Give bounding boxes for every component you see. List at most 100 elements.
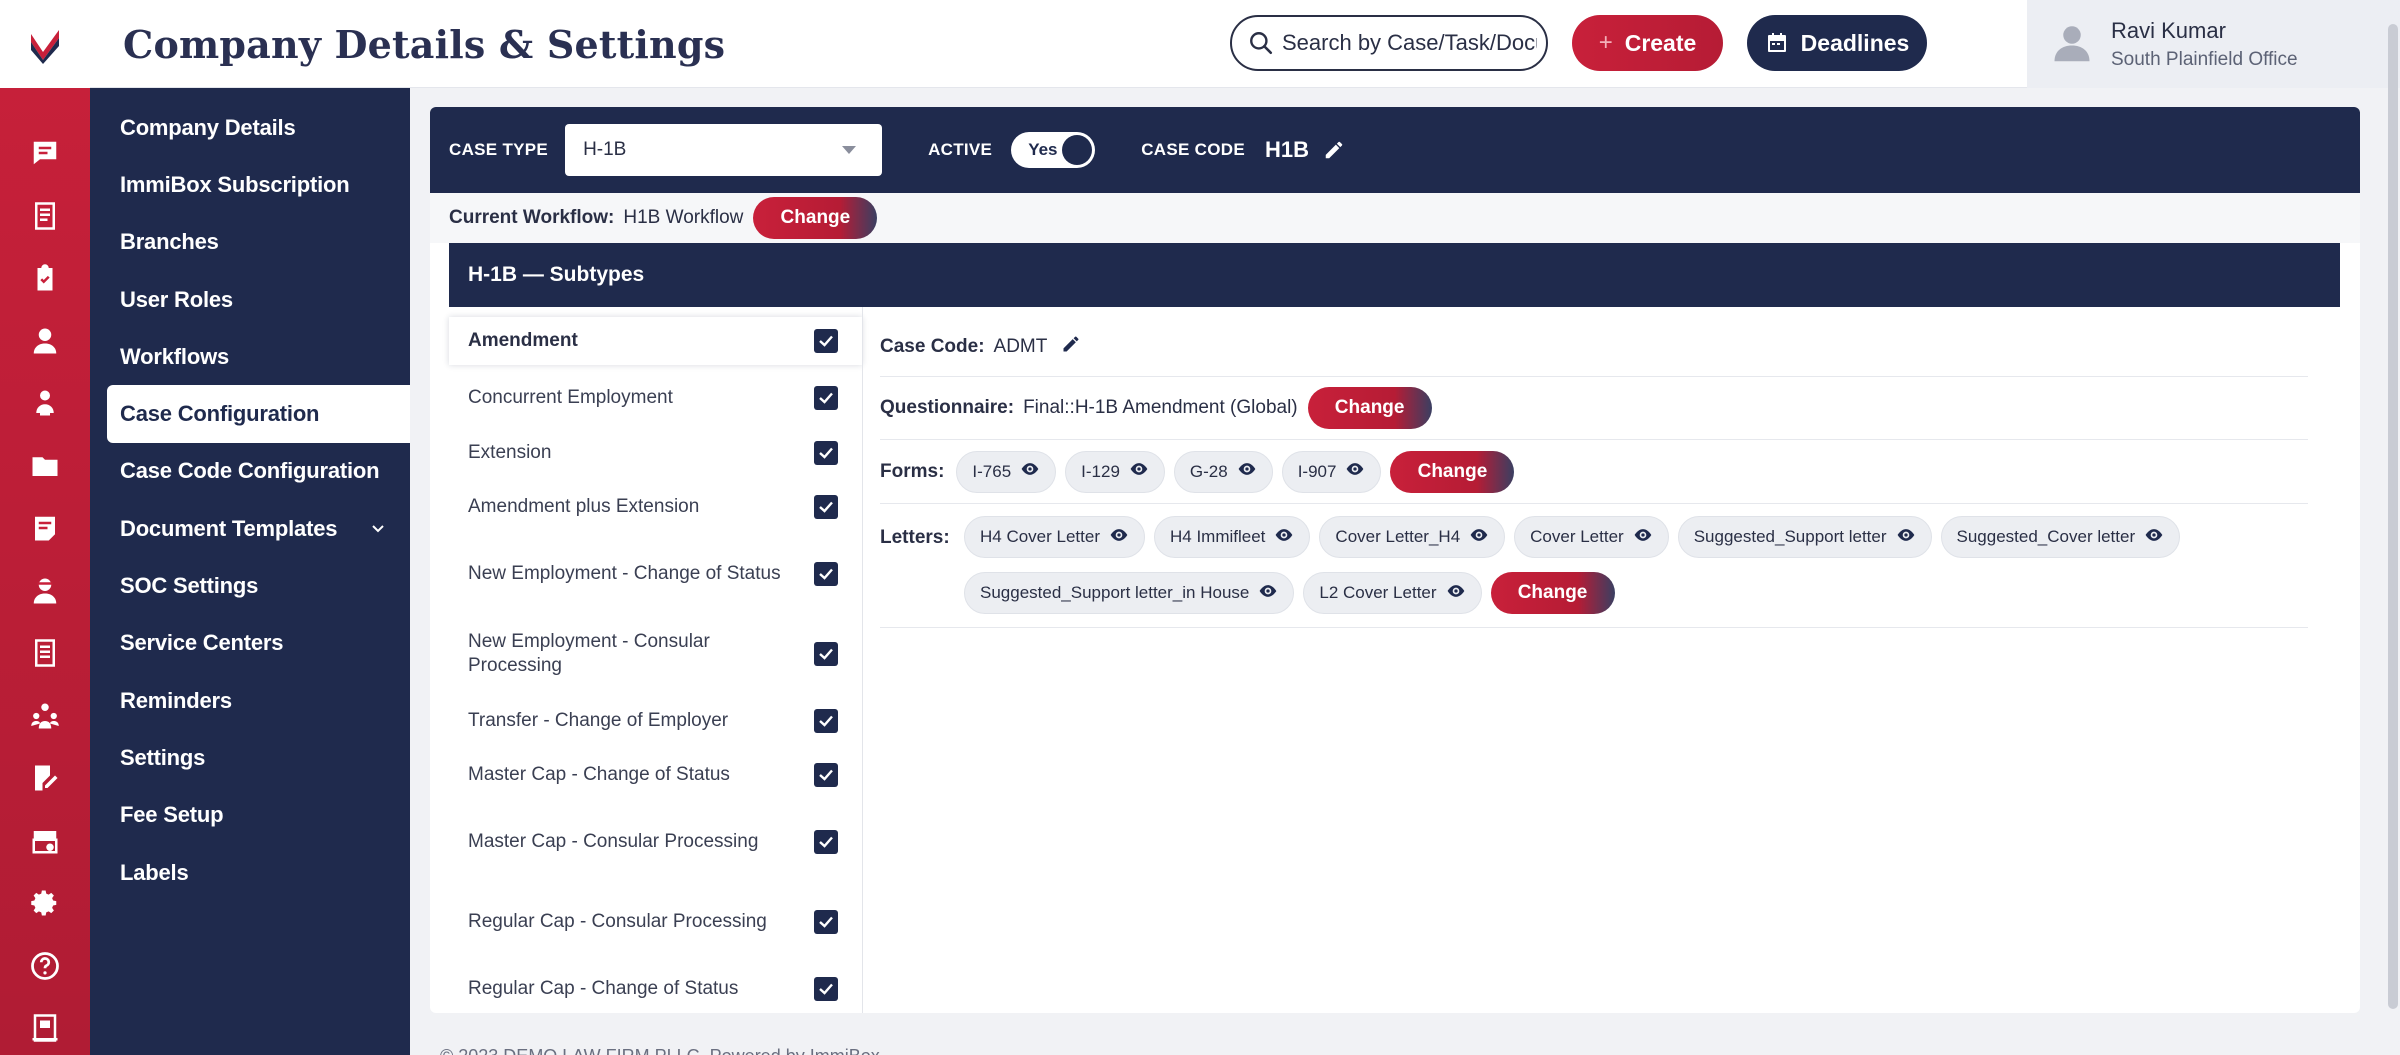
change-letters-button[interactable]: Change [1490,572,1615,614]
rail-calendar-settings-button[interactable] [0,810,90,873]
subtype-item[interactable]: Amendment [449,317,862,365]
sidebar-item-case-code-configuration[interactable]: Case Code Configuration [90,443,410,500]
eye-icon [1130,463,1148,475]
subtype-item[interactable]: Amendment plus Extension [449,480,862,535]
preview-button[interactable] [1249,581,1278,606]
sidebar-item-settings[interactable]: Settings [90,729,410,786]
app-logo[interactable] [0,0,90,88]
sidebar-item-labels[interactable]: Labels [90,844,410,901]
subtype-item[interactable]: Transfer - Change of Employer [449,694,862,749]
subtype-item[interactable]: Master Cap - Consular Processing [449,803,862,883]
rail-gear-button[interactable] [0,872,90,935]
subtype-checkbox[interactable] [814,495,838,520]
document-chip[interactable]: L2 Cover Letter [1303,572,1482,614]
document-chip[interactable]: G-28 [1173,450,1273,493]
subtype-checkbox[interactable] [814,440,838,465]
preview-button[interactable] [1336,459,1365,484]
subtype-item[interactable]: Concurrent Employment [449,371,862,426]
user-menu[interactable]: Ravi Kumar South Plainfield Office [2027,0,2400,88]
sidebar-item-case-configuration[interactable]: Case Configuration [107,385,410,443]
preview-button[interactable] [1100,525,1129,550]
subtype-item[interactable]: Regular Cap - Consular Processing [449,882,862,962]
rail-message-button[interactable] [0,122,90,185]
document-chip[interactable]: Suggested_Support letter [1677,516,1932,558]
subtype-checkbox[interactable] [814,909,838,934]
rail-user-button[interactable] [0,310,90,373]
rail-team-button[interactable] [0,685,90,748]
edit-document-icon [35,765,58,791]
rail-manual-button[interactable] [0,997,90,1055]
preview-button[interactable] [2135,525,2164,550]
checkmark-icon [819,335,833,347]
rail-agent-button[interactable] [0,560,90,623]
case-type-label: CASE TYPE [449,140,549,159]
sidebar-item-fee-setup[interactable]: Fee Setup [90,787,410,844]
rail-book-button[interactable] [0,622,90,685]
subtype-checkbox[interactable] [814,641,838,666]
subtype-checkbox[interactable] [814,830,838,855]
subtype-checkbox[interactable] [814,708,838,733]
preview-button[interactable] [1120,459,1149,484]
sidebar-item-soc-settings[interactable]: SOC Settings [90,557,410,614]
preview-button[interactable] [1228,459,1257,484]
subtype-checkbox[interactable] [814,763,838,788]
sidebar-item-document-templates[interactable]: Document Templates [90,500,410,557]
subtype-item[interactable]: Master Cap - Change of Status [449,748,862,803]
document-chip[interactable]: I-129 [1065,450,1165,493]
edit-subtype-code-button[interactable] [1047,334,1081,359]
document-chip[interactable]: Suggested_Cover letter [1940,516,2181,558]
subtype-item[interactable]: New Employment - Change of Status [449,535,862,615]
sidebar-item-label: Case Code Configuration [120,458,380,484]
settings-sidebar: Company Details ImmiBox Subscription Branc… [90,88,410,1055]
subtype-item[interactable]: Regular Cap - Change of Status [449,962,862,1014]
document-chip[interactable]: I-907 [1281,450,1382,493]
document-chip[interactable]: I-765 [956,450,1057,493]
sidebar-item-reminders[interactable]: Reminders [90,672,410,729]
sidebar-item-branches[interactable]: Branches [90,214,410,271]
preview-button[interactable] [1887,525,1916,550]
change-questionnaire-button[interactable]: Change [1307,387,1432,429]
rail-document-button[interactable] [0,185,90,248]
subtype-item[interactable]: Extension [449,426,862,481]
preview-button[interactable] [1460,525,1489,550]
preview-button[interactable] [1265,525,1294,550]
document-chip[interactable]: H4 Immifleet [1154,516,1311,558]
create-button[interactable]: + Create [1572,15,1723,71]
preview-button[interactable] [1624,525,1653,550]
case-type-select[interactable]: H-1B [565,124,883,176]
subtype-checkbox[interactable] [814,562,838,587]
document-chip[interactable]: H4 Cover Letter [964,516,1145,558]
document-chip[interactable]: Cover Letter_H4 [1319,516,1506,558]
rail-edit-document-button[interactable] [0,747,90,810]
sidebar-item-immibox-subscription[interactable]: ImmiBox Subscription [90,156,410,213]
logo-icon [31,30,59,64]
rail-clipboard-button[interactable] [0,247,90,310]
sidebar-item-user-roles[interactable]: User Roles [90,271,410,328]
preview-button[interactable] [1437,581,1466,606]
sidebar-item-workflows[interactable]: Workflows [90,328,410,385]
page-scrollbar[interactable] [2388,24,2398,1009]
preview-button[interactable] [1011,459,1040,484]
create-label: Create [1624,29,1697,56]
deadlines-button[interactable]: Deadlines [1747,15,1927,71]
search-input[interactable] [1282,30,1537,56]
sidebar-item-service-centers[interactable]: Service Centers [90,615,410,672]
folder-icon [32,457,58,476]
subtype-checkbox[interactable] [814,386,838,411]
document-chip[interactable]: Suggested_Support letter_in House [964,572,1295,614]
edit-case-code-button[interactable] [1309,135,1345,166]
sidebar-item-company-details[interactable]: Company Details [90,99,410,156]
pencil-icon [1063,336,1079,352]
document-chip[interactable]: Cover Letter [1514,516,1669,558]
rail-help-button[interactable] [0,935,90,998]
subtype-checkbox[interactable] [814,976,838,1001]
active-toggle[interactable]: Yes [1011,132,1096,168]
rail-notes-button[interactable] [0,497,90,560]
change-forms-button[interactable]: Change [1390,450,1515,493]
rail-folder-button[interactable] [0,435,90,498]
subtype-checkbox[interactable] [814,329,838,353]
change-workflow-button[interactable]: Change [753,197,878,239]
search-box[interactable] [1230,15,1548,71]
subtype-item[interactable]: New Employment - Consular Processing [449,614,862,694]
rail-users-button[interactable] [0,372,90,435]
